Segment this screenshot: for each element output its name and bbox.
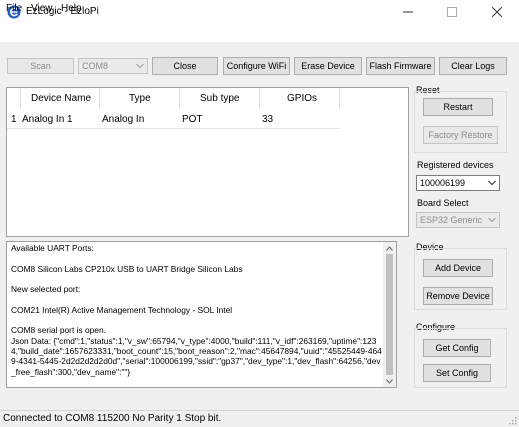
configure-wifi-button[interactable]: Configure WiFi xyxy=(223,57,290,75)
board-select-value: ESP32 Generic xyxy=(420,215,483,225)
column-header-device-name[interactable]: Device Name xyxy=(31,93,91,105)
clear-logs-button[interactable]: Clear Logs xyxy=(439,57,507,75)
menu-help[interactable]: Help xyxy=(61,3,82,15)
table-corner xyxy=(7,88,21,108)
row-index: 1 xyxy=(11,114,17,125)
maximize-button[interactable] xyxy=(430,0,474,24)
log-scrollbar[interactable] xyxy=(383,241,397,388)
scroll-down-icon[interactable] xyxy=(386,379,393,384)
close-window-button[interactable] xyxy=(475,0,519,24)
add-device-button[interactable]: Add Device xyxy=(423,259,493,277)
registered-devices-select[interactable]: 100006199 xyxy=(416,175,500,191)
minimize-button[interactable] xyxy=(386,0,430,24)
column-header-gpios[interactable]: GPIOs xyxy=(287,93,317,105)
column-header-sub-type[interactable]: Sub type xyxy=(200,93,239,105)
port-select[interactable]: COM8 xyxy=(78,58,148,74)
log-output[interactable]: Available UART Ports: COM8 Silicon Labs … xyxy=(6,241,397,388)
get-config-button[interactable]: Get Config xyxy=(423,339,491,357)
device-table[interactable]: Device Name Type Sub type GPIOs 1 Analog… xyxy=(6,87,409,237)
chevron-down-icon xyxy=(136,63,144,69)
column-header-type[interactable]: Type xyxy=(129,93,151,105)
board-select[interactable]: ESP32 Generic xyxy=(416,212,500,228)
chevron-down-icon xyxy=(488,180,496,186)
set-config-button[interactable]: Set Config xyxy=(423,364,491,382)
factory-restore-button[interactable]: Factory Restore xyxy=(423,126,498,144)
log-text: Available UART Ports: COM8 Silicon Labs … xyxy=(11,243,382,377)
port-select-value: COM8 xyxy=(82,61,109,71)
resize-grip-icon[interactable] xyxy=(508,416,517,425)
board-select-label: Board Select xyxy=(417,198,469,208)
scan-button[interactable]: Scan xyxy=(7,58,74,74)
menu-view[interactable]: View xyxy=(31,3,53,15)
flash-firmware-button[interactable]: Flash Firmware xyxy=(366,57,435,75)
close-port-button[interactable]: Close xyxy=(152,57,218,75)
status-text: Connected to COM8 115200 No Parity 1 Sto… xyxy=(3,413,222,424)
registered-devices-value: 100006199 xyxy=(420,178,466,188)
cell-type: Analog In xyxy=(102,114,145,125)
remove-device-button[interactable]: Remove Device xyxy=(423,287,493,305)
maximize-icon xyxy=(447,7,457,17)
menu-file[interactable]: File xyxy=(6,3,22,15)
close-icon xyxy=(492,7,502,17)
scroll-thumb[interactable] xyxy=(386,254,393,375)
cell-sub-type: POT xyxy=(182,114,203,125)
table-row[interactable]: 1 Analog In 1 Analog In POT 33 xyxy=(7,108,340,129)
menu-bar xyxy=(0,24,519,42)
cell-gpios: 33 xyxy=(262,114,274,125)
minimize-icon xyxy=(403,11,413,13)
chevron-down-icon xyxy=(488,217,496,223)
cell-device-name: Analog In 1 xyxy=(22,114,73,125)
scroll-up-icon[interactable] xyxy=(386,246,393,251)
restart-button[interactable]: Restart xyxy=(423,98,493,116)
registered-devices-label: Registered devices xyxy=(417,160,494,170)
erase-device-button[interactable]: Erase Device xyxy=(294,57,362,75)
